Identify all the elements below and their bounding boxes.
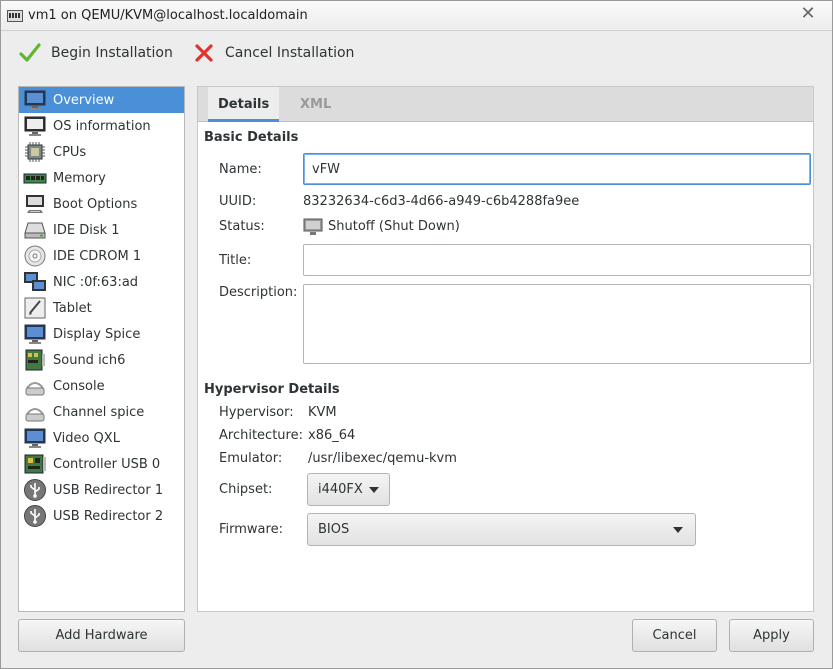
chipset-dropdown[interactable]: i440FX [307, 473, 390, 506]
sidebar-item-label: NIC :0f:63:ad [53, 274, 139, 290]
chipset-selected-value: i440FX [318, 482, 363, 497]
hypervisor-label: Hypervisor: [219, 405, 294, 420]
title-bar: vm1 on QEMU/KVM@localhost.localdomain ✕ [1, 1, 832, 31]
disk-icon [24, 222, 46, 239]
title-label: Title: [219, 253, 252, 268]
window-title: vm1 on QEMU/KVM@localhost.localdomain [28, 8, 308, 23]
status-value: Shutoff (Shut Down) [328, 219, 460, 234]
tab-xml[interactable]: XML [290, 87, 341, 122]
apply-button[interactable]: Apply [729, 619, 814, 652]
cdrom-icon [24, 245, 46, 267]
description-field[interactable] [303, 284, 811, 364]
boot-options-icon [26, 195, 44, 213]
sidebar-item-display-spice[interactable]: Display Spice [19, 321, 184, 347]
display-icon [24, 324, 46, 344]
architecture-value: x86_64 [308, 428, 356, 443]
begin-installation-button[interactable]: Begin Installation [19, 39, 173, 67]
network-icon [24, 272, 46, 291]
vm-window-icon [7, 10, 23, 22]
sidebar-item-label: CPUs [53, 144, 87, 160]
sidebar-item-sound-ich6[interactable]: Sound ich6 [19, 347, 184, 373]
shutoff-status-icon [303, 218, 323, 235]
cancel-installation-button[interactable]: Cancel Installation [193, 39, 354, 67]
sidebar-item-label: Display Spice [53, 326, 141, 342]
close-window-button[interactable]: ✕ [788, 3, 828, 25]
sidebar-item-cpus[interactable]: CPUs [19, 139, 184, 165]
firmware-dropdown[interactable]: BIOS [307, 513, 696, 546]
sidebar-item-usb-redirector-1[interactable]: USB Redirector 1 [19, 477, 184, 503]
emulator-label: Emulator: [219, 451, 283, 466]
emulator-value: /usr/libexec/qemu-kvm [308, 451, 457, 466]
uuid-value: 83232634-c6d3-4d66-a949-c6b4288fa9ee [303, 194, 580, 209]
sidebar-item-label: Console [53, 378, 105, 394]
sidebar-item-label: Memory [53, 170, 106, 186]
add-hardware-button[interactable]: Add Hardware [18, 619, 185, 652]
basic-details-heading: Basic Details [204, 130, 299, 145]
sidebar-item-label: OS information [53, 118, 151, 134]
tab-details[interactable]: Details [208, 87, 280, 122]
sidebar-item-channel-spice[interactable]: Channel spice [19, 399, 184, 425]
architecture-label: Architecture: [219, 428, 303, 443]
status-label: Status: [219, 219, 265, 234]
console-icon [25, 382, 45, 396]
chevron-down-icon [369, 486, 379, 493]
description-label: Description: [219, 285, 298, 300]
controller-icon [24, 454, 46, 474]
sidebar-item-label: IDE CDROM 1 [53, 248, 142, 264]
title-field[interactable] [303, 244, 811, 276]
sidebar-item-tablet[interactable]: Tablet [19, 295, 184, 321]
tab-bar: Details XML [198, 87, 813, 122]
memory-icon [23, 173, 47, 184]
sidebar-item-label: Controller USB 0 [53, 456, 161, 472]
monitor-icon [24, 90, 46, 110]
firmware-label: Firmware: [219, 522, 283, 537]
name-label: Name: [219, 162, 262, 177]
hypervisor-details-heading: Hypervisor Details [204, 382, 340, 397]
cpu-icon [25, 142, 45, 162]
sidebar-item-memory[interactable]: Memory [19, 165, 184, 191]
tablet-icon [24, 297, 46, 319]
vm-details-window: vm1 on QEMU/KVM@localhost.localdomain ✕ … [0, 0, 833, 669]
checkmark-icon [19, 43, 41, 62]
uuid-label: UUID: [219, 194, 257, 209]
sidebar-item-os-information[interactable]: OS information [19, 113, 184, 139]
sidebar-item-label: Tablet [53, 300, 92, 316]
sidebar-item-label: USB Redirector 1 [53, 482, 164, 498]
sidebar-item-overview[interactable]: Overview [19, 87, 184, 113]
os-info-icon [24, 116, 46, 136]
firmware-selected-value: BIOS [318, 522, 350, 537]
sidebar-item-boot-options[interactable]: Boot Options [19, 191, 184, 217]
sidebar-item-label: Video QXL [53, 430, 120, 446]
name-field[interactable] [303, 153, 811, 185]
usb-icon [24, 505, 46, 527]
chipset-label: Chipset: [219, 482, 273, 497]
sidebar-item-ide-cdrom-1[interactable]: IDE CDROM 1 [19, 243, 184, 269]
sidebar-item-usb-redirector-2[interactable]: USB Redirector 2 [19, 503, 184, 529]
sidebar-item-console[interactable]: Console [19, 373, 184, 399]
sidebar-item-controller-usb-0[interactable]: Controller USB 0 [19, 451, 184, 477]
video-icon [24, 428, 46, 448]
usb-icon [24, 479, 46, 501]
begin-installation-label: Begin Installation [51, 45, 173, 61]
sidebar-item-video-qxl[interactable]: Video QXL [19, 425, 184, 451]
hardware-list: Overview OS information CPUs Memory Boot… [18, 86, 185, 612]
channel-icon [25, 408, 45, 422]
hypervisor-value: KVM [308, 405, 337, 420]
cancel-x-icon [195, 44, 213, 62]
cancel-button[interactable]: Cancel [632, 619, 717, 652]
chevron-down-icon [673, 526, 683, 533]
sound-icon [25, 349, 45, 371]
sidebar-item-label: Overview [53, 92, 115, 108]
sidebar-item-label: Sound ich6 [53, 352, 126, 368]
cancel-installation-label: Cancel Installation [225, 45, 355, 61]
sidebar-item-label: USB Redirector 2 [53, 508, 164, 524]
toolbar: Begin Installation Cancel Installation [1, 31, 832, 75]
sidebar-item-label: Boot Options [53, 196, 138, 212]
sidebar-item-nic[interactable]: NIC :0f:63:ad [19, 269, 184, 295]
sidebar-item-label: Channel spice [53, 404, 145, 420]
sidebar-item-label: IDE Disk 1 [53, 222, 120, 238]
sidebar-item-ide-disk-1[interactable]: IDE Disk 1 [19, 217, 184, 243]
details-panel: Details XML Basic Details Name: UUID: 83… [197, 86, 814, 612]
